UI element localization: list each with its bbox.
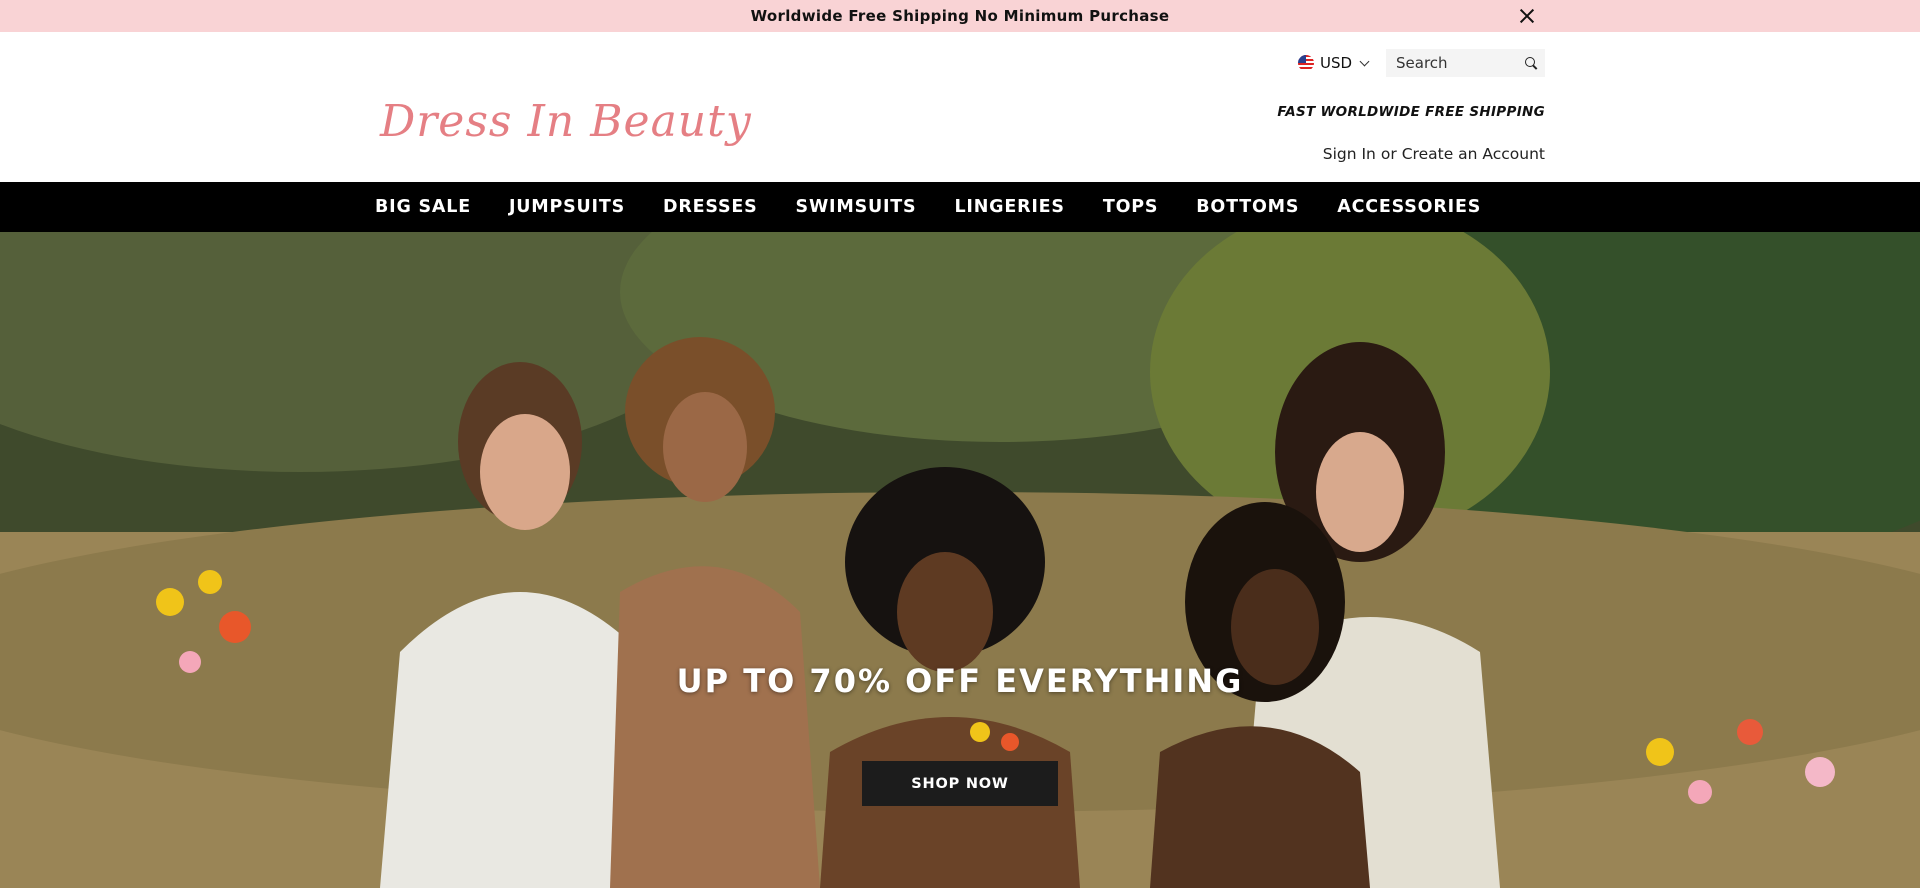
nav-item-tops[interactable]: TOPS	[1103, 197, 1158, 217]
nav-item-bottoms[interactable]: BOTTOMS	[1196, 197, 1299, 217]
nav-item-swimsuits[interactable]: SWIMSUITS	[796, 197, 917, 217]
nav-item-jumpsuits[interactable]: JUMPSUITS	[509, 197, 625, 217]
brand-logo[interactable]: Dress In Beauty	[380, 96, 752, 147]
nav-item-dresses[interactable]: DRESSES	[663, 197, 758, 217]
currency-selector[interactable]: USD	[1298, 53, 1370, 73]
nav-item-lingeries[interactable]: LINGERIES	[954, 197, 1064, 217]
nav-item-accessories[interactable]: ACCESSORIES	[1337, 197, 1481, 217]
shop-now-button[interactable]: SHOP NOW	[862, 761, 1058, 806]
hero-banner[interactable]: UP TO 70% OFF EVERYTHING SHOP NOW	[0, 232, 1920, 888]
us-flag-icon	[1298, 55, 1314, 71]
nav-item-big-sale[interactable]: BIG SALE	[375, 197, 471, 217]
sign-in-link[interactable]: Sign In	[1323, 145, 1376, 163]
create-account-link[interactable]: Create an Account	[1402, 145, 1545, 163]
search-input[interactable]	[1396, 54, 1525, 72]
shipping-tagline: FAST WORLDWIDE FREE SHIPPING	[1277, 104, 1545, 120]
chevron-down-icon	[1359, 56, 1370, 66]
hero-headline: UP TO 70% OFF EVERYTHING	[676, 662, 1244, 700]
close-icon[interactable]	[1518, 7, 1536, 25]
account-or-text: or	[1380, 145, 1397, 163]
currency-label: USD	[1320, 54, 1353, 72]
site-header: Dress In Beauty USD FAST WORLDWIDE FREE …	[0, 32, 1920, 182]
announcement-text: Worldwide Free Shipping No Minimum Purch…	[750, 7, 1170, 25]
search-icon[interactable]	[1525, 57, 1537, 69]
search-box	[1386, 49, 1545, 77]
main-nav: BIG SALE JUMPSUITS DRESSES SWIMSUITS LIN…	[0, 182, 1920, 232]
announcement-bar: Worldwide Free Shipping No Minimum Purch…	[0, 0, 1920, 32]
account-links: Sign In or Create an Account	[1323, 145, 1545, 163]
